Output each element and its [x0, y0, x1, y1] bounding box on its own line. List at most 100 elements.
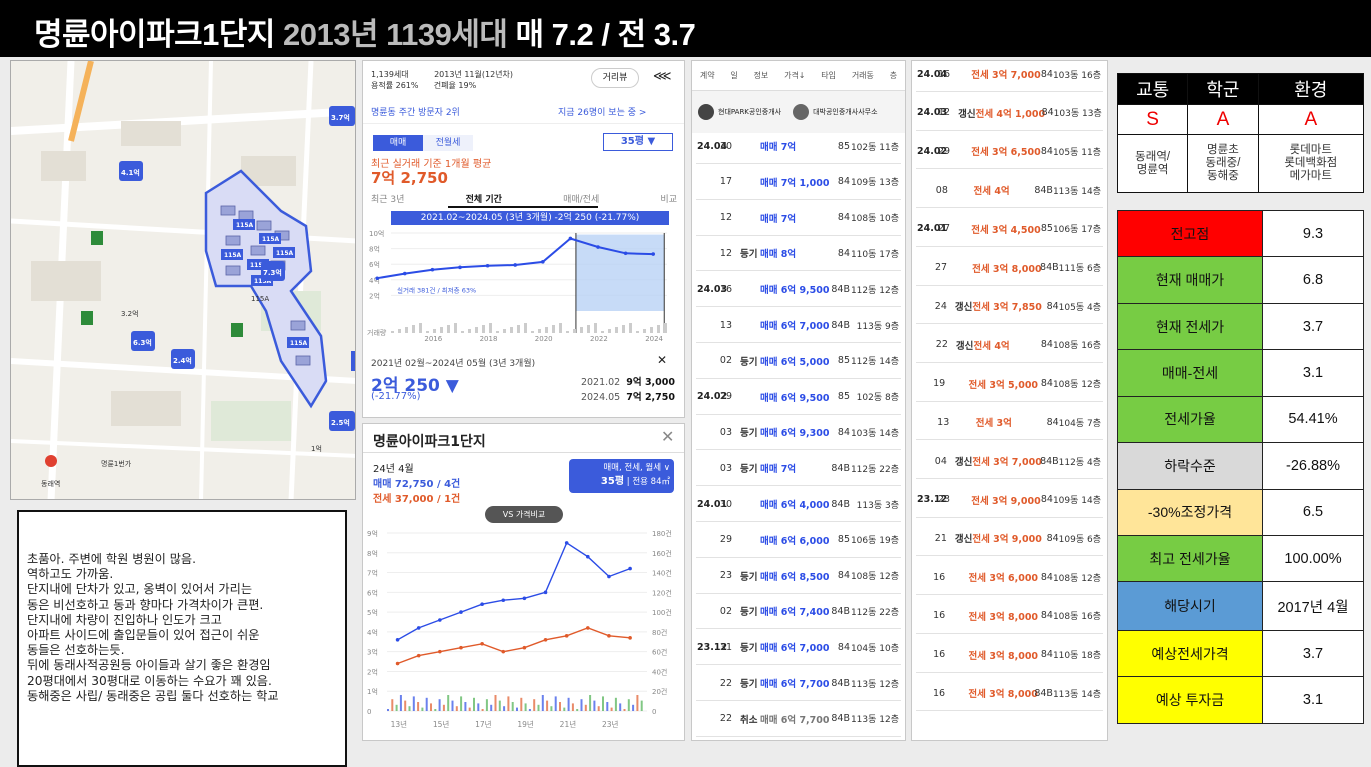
volume-bar: [601, 331, 604, 333]
filter-pyeong[interactable]: 35평: [601, 476, 624, 487]
jeonse-point: [607, 634, 611, 638]
table-row[interactable]: 27 전세 3억 8,000 84B 111동 6층: [912, 255, 1107, 281]
table-row[interactable]: 24.03 12 갱신 전세 4억 1,000 84 103동 13층: [912, 100, 1107, 126]
table-row[interactable]: 02 등기 매매 6억 7,400 84B 112동 22층: [692, 598, 905, 624]
table-row[interactable]: 13 전세 3억 84 104동 7층: [912, 409, 1107, 435]
table-row[interactable]: 22 취소 매매 6억 7,700 84B 113동 12층: [692, 706, 905, 732]
table-row[interactable]: 12 등기 매매 8억 84 110동 17층: [692, 240, 905, 266]
table-row[interactable]: 29 매매 6억 6,000 85 106동 19층: [692, 527, 905, 553]
y-right-tick-label: 40건: [652, 667, 667, 676]
col-floor[interactable]: 층: [890, 70, 897, 81]
table-row[interactable]: 12 매매 7억 84 108동 10층: [692, 205, 905, 231]
y-right-tick-label: 0: [652, 708, 656, 716]
volume-bar: [447, 695, 450, 711]
table-row[interactable]: 24.02 29 전세 3억 6,500 84 105동 11층: [912, 138, 1107, 164]
col-day[interactable]: 일: [730, 70, 737, 81]
sale-point: [522, 596, 527, 601]
tab-jeonse[interactable]: 전월세: [423, 135, 473, 151]
row-price: 매매 6억 7,700: [760, 714, 830, 726]
range-tab-compare[interactable]: 비교: [660, 192, 677, 205]
volume-bar: [503, 329, 506, 333]
row-day: 29: [938, 145, 951, 157]
selected-range[interactable]: [575, 234, 665, 311]
table-row[interactable]: 23 등기 매매 6억 8,500 84 108동 12층: [692, 563, 905, 589]
row-tag: 갱신: [958, 108, 976, 120]
table-row[interactable]: 24.04 30 매매 7억 85 102동 11층: [692, 133, 905, 159]
table-row[interactable]: 24.02 29 매매 6억 9,500 85 102동 8층: [692, 384, 905, 410]
volume-bar: [636, 331, 639, 333]
visitor-rank: 명륜동 주간 방문자 2위: [371, 108, 460, 118]
volume-bar: [537, 704, 540, 711]
filter-box[interactable]: 매매, 전세, 월세 ∨ 35평 | 전용 84㎡: [569, 459, 674, 493]
sale-point: [480, 602, 484, 606]
range-tab-all[interactable]: 전체 기간: [466, 192, 502, 205]
table-row[interactable]: 16 전세 3억 8,000 84 110동 18층: [912, 642, 1107, 668]
table-row[interactable]: 08 전세 4억 84B 113동 14층: [912, 177, 1107, 203]
agent-name[interactable]: 현대PARK공인중개사: [718, 107, 781, 117]
volume-bar: [461, 331, 464, 333]
table-row[interactable]: 13 매매 6억 7,000 84B 113동 9층: [692, 312, 905, 338]
row-price: 매매 6억 9,500: [760, 285, 830, 297]
range-tab-3y[interactable]: 최근 3년: [371, 192, 404, 205]
street-view-button[interactable]: 거리뷰: [591, 68, 639, 88]
table-row[interactable]: 19 전세 3억 5,000 84 108동 12층: [912, 371, 1107, 397]
history-chart[interactable]: 9억 180건 8억 160건 7억 140건 6억 120건 5억 100건 4억 80건 3억 60건…: [365, 519, 683, 739]
col-contract[interactable]: 계약: [700, 70, 715, 81]
map-panel[interactable]: 115A 115A 115A 115A 115A 115A 115A 4.1억 …: [10, 60, 356, 500]
title-prices: 매 7.2 / 전 3.7: [515, 17, 696, 52]
table-row[interactable]: 23.12 23 전세 3억 9,000 84 109동 14층: [912, 487, 1107, 513]
map-svg[interactable]: 115A 115A 115A 115A 115A 115A 115A 4.1억 …: [11, 61, 356, 500]
volume-bar: [533, 699, 536, 711]
table-row[interactable]: 02 등기 매매 6억 5,000 85 112동 14층: [692, 348, 905, 374]
volume-bar: [507, 696, 510, 711]
row-area: 84: [1046, 416, 1059, 428]
row-unit: 102동 8층: [856, 393, 899, 404]
memo-line: 20평대에서 30평대로 이동하는 수요가 꽤 있음.: [27, 673, 272, 688]
trend-chart[interactable]: 10억8억6억4억2억거래량실거래 381건 / 최저층 63%2016 2018…: [367, 223, 683, 343]
close-icon[interactable]: ✕: [661, 427, 674, 446]
volume-bar: [468, 707, 471, 711]
table-row[interactable]: 21 갱신 전세 3억 9,000 84 109동 6층: [912, 525, 1107, 551]
table-row[interactable]: 03 등기 매매 7억 84B 112동 22층: [692, 455, 905, 481]
row-tag: 갱신: [954, 457, 973, 468]
col-info[interactable]: 정보: [754, 70, 769, 81]
table-row[interactable]: 24.01 30 매매 6억 4,000 84B 113동 3층: [692, 491, 905, 517]
row-area: 84: [837, 570, 850, 582]
volume-bar: [571, 703, 574, 711]
pyeong-select[interactable]: 35평 ▼: [603, 133, 673, 151]
table-row[interactable]: 24.04 16 전세 3억 7,000 84 103동 16층: [912, 61, 1107, 87]
table-row[interactable]: 16 전세 3억 6,000 84 108동 12층: [912, 564, 1107, 590]
table-row[interactable]: 24.03 16 매매 6억 9,500 84B 112동 12층: [692, 276, 905, 302]
viewers-link[interactable]: 지금 26명이 보는 중 >: [558, 105, 646, 118]
table-row[interactable]: 22 등기 매매 6억 7,700 84B 113동 12층: [692, 670, 905, 696]
agent-name[interactable]: 대박공인중개사사무소: [813, 107, 877, 117]
row-area: 84B: [831, 498, 850, 510]
table-row[interactable]: 03 등기 매매 6억 9,300 84 103동 14층: [692, 419, 905, 445]
col-price[interactable]: 가격↓: [784, 70, 805, 81]
table-row[interactable]: 16 전세 3억 8,000 84 108동 16층: [912, 603, 1107, 629]
title-complex: 명륜아이파크1단지: [34, 17, 275, 52]
range-tab-vs[interactable]: 매매/전세: [563, 192, 599, 205]
share-icon[interactable]: ⋘: [653, 69, 672, 84]
table-row[interactable]: 04 갱신 전세 3억 7,000 84B 112동 4층: [912, 448, 1107, 474]
row-price: 매매 6억 7,000: [760, 643, 830, 655]
table-row[interactable]: 22 갱신 전세 4억 84 108동 16층: [912, 332, 1107, 358]
kpi-row: 해당시기 2017년 4월: [1117, 581, 1364, 632]
close-icon[interactable]: ✕: [657, 353, 667, 367]
kpi-value: 3.1: [1262, 349, 1364, 397]
table-row[interactable]: 16 전세 3억 8,000 84B 113동 14층: [912, 680, 1107, 706]
row-month: 24.03: [917, 107, 948, 119]
table-row[interactable]: 23.12 31 등기 매매 6억 7,000 84 104동 10층: [692, 634, 905, 660]
col-type[interactable]: 타입: [821, 70, 836, 81]
volume-bar: [589, 695, 592, 711]
table-row[interactable]: 24.01 27 전세 3억 4,500 85 106동 17층: [912, 216, 1107, 242]
table-row[interactable]: 17 매매 7억 1,000 84 109동 13층: [692, 169, 905, 195]
table-row[interactable]: 24 갱신 전세 3억 7,850 84 105동 4층: [912, 293, 1107, 319]
grade-environment: A: [1257, 104, 1365, 135]
col-building[interactable]: 거래동: [852, 70, 874, 81]
filter-area[interactable]: 전용 84㎡: [632, 477, 670, 487]
filter-type[interactable]: 매매, 전세, 월세 ∨: [573, 462, 670, 475]
tab-sale[interactable]: 매매: [373, 135, 423, 151]
row-unit: 109동 13층: [850, 178, 899, 189]
row-unit: 108동 12층: [1052, 380, 1102, 391]
